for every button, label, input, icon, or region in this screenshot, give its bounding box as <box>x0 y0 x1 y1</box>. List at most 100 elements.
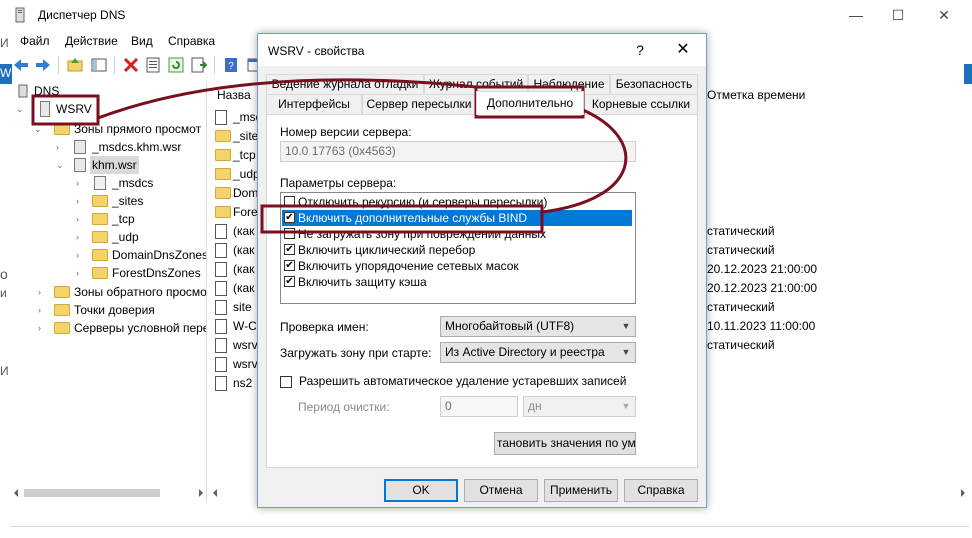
expand-icon[interactable]: › <box>38 283 48 301</box>
record-icon <box>215 338 227 353</box>
chevron-down-icon: ▼ <box>621 347 631 357</box>
name-checking-label: Проверка имен: <box>280 320 369 334</box>
record-icon <box>215 224 227 239</box>
toolbar-separator <box>58 56 59 74</box>
record-icon <box>215 319 227 334</box>
folder-icon <box>215 206 231 218</box>
folder-icon <box>54 304 70 316</box>
column-header-name[interactable]: Назва <box>217 88 251 102</box>
advanced-tab-panel: Номер версии сервера: 10.0 17763 (0x4563… <box>266 114 698 468</box>
show-tree-icon[interactable] <box>90 56 108 74</box>
expand-icon[interactable]: › <box>76 192 86 210</box>
checkbox[interactable] <box>284 196 295 207</box>
checkbox-checked[interactable]: ✔ <box>284 212 295 223</box>
chevron-down-icon: ▼ <box>621 321 631 331</box>
collapse-icon[interactable]: ⌄ <box>56 156 66 174</box>
option-secure-cache[interactable]: ✔ Включить защиту кэша <box>282 274 632 290</box>
tree-horizontal-scrollbar[interactable] <box>10 486 207 500</box>
expand-icon[interactable]: › <box>76 210 86 228</box>
folder-icon <box>92 213 108 225</box>
server-options-list[interactable]: Отключить рекурсию (и серверы пересылки)… <box>280 192 636 304</box>
help-button[interactable]: Справка <box>624 479 698 502</box>
tab-forwarders[interactable]: Сервер пересылки <box>362 94 476 114</box>
checkbox-checked[interactable]: ✔ <box>284 260 295 271</box>
checkbox-checked[interactable]: ✔ <box>284 276 295 287</box>
expand-icon[interactable]: › <box>56 138 66 156</box>
cancel-button[interactable]: Отмена <box>464 479 538 502</box>
up-folder-icon[interactable] <box>66 56 84 74</box>
window-title: Диспетчер DNS <box>38 8 126 22</box>
menu-file[interactable]: Файл <box>20 34 50 48</box>
option-fail-on-load[interactable]: Не загружать зону при повреждении данных <box>282 226 632 242</box>
collapse-icon[interactable]: ⌄ <box>16 100 26 118</box>
folder-icon <box>92 267 108 279</box>
delete-icon[interactable] <box>122 56 140 74</box>
folder-icon <box>54 286 70 298</box>
help-question-button[interactable]: ? <box>630 40 650 60</box>
refresh-icon[interactable] <box>167 56 185 74</box>
server-properties-dialog: WSRV - свойства ? ✕ Ведение журнала отла… <box>257 33 707 508</box>
expand-icon[interactable]: › <box>76 246 86 264</box>
close-button[interactable]: ✕ <box>932 4 956 26</box>
option-round-robin[interactable]: ✔ Включить циклический перебор <box>282 242 632 258</box>
menu-help[interactable]: Справка <box>168 34 215 48</box>
menu-view[interactable]: Вид <box>131 34 153 48</box>
expand-icon[interactable]: › <box>76 264 86 282</box>
record-icon <box>215 300 227 315</box>
expand-icon[interactable]: › <box>76 174 86 192</box>
column-header-timestamp[interactable]: Отметка времени <box>707 88 805 102</box>
scavenging-period-field[interactable]: 0 <box>440 396 518 417</box>
checkbox[interactable] <box>280 376 292 388</box>
record-icon <box>215 376 227 391</box>
timestamp-cell: статический <box>707 300 775 314</box>
option-disable-recursion[interactable]: Отключить рекурсию (и серверы пересылки) <box>282 194 632 210</box>
folder-icon <box>215 168 231 180</box>
dialog-title-bar: WSRV - свойства ? ✕ <box>258 34 706 66</box>
option-netmask-ordering[interactable]: ✔ Включить упорядочение сетевых масок <box>282 258 632 274</box>
tab-advanced[interactable]: Дополнительно <box>476 91 584 115</box>
svg-text:?: ? <box>228 61 234 72</box>
folder-icon <box>215 187 231 199</box>
checkbox-checked[interactable]: ✔ <box>284 244 295 255</box>
edge-fragment: И <box>0 36 9 50</box>
title-bar: Диспетчер DNS — ☐ ✕ <box>0 0 972 30</box>
checkbox[interactable] <box>284 228 295 239</box>
edge-fragment: о <box>0 266 8 282</box>
scavenging-period-label: Период очистки: <box>298 400 390 414</box>
back-arrow-icon[interactable] <box>12 56 30 74</box>
menu-action[interactable]: Действие <box>65 34 118 48</box>
edge-fragment: И <box>0 364 9 378</box>
record-icon <box>215 262 227 277</box>
expand-icon[interactable]: › <box>38 301 48 319</box>
reset-defaults-button[interactable]: тановить значения по умолч <box>494 432 636 455</box>
folder-icon <box>54 123 70 135</box>
forward-arrow-icon[interactable] <box>34 56 52 74</box>
scavenging-unit-select[interactable]: дн ▼ <box>523 396 636 417</box>
load-zone-select[interactable]: Из Active Directory и реестра ▼ <box>440 342 636 363</box>
timestamp-cell: 20.12.2023 21:00:00 <box>707 281 818 295</box>
dns-manager-icon <box>15 7 25 23</box>
properties-icon[interactable] <box>144 56 162 74</box>
export-list-icon[interactable] <box>190 56 208 74</box>
tab-debug-logging[interactable]: Ведение журнала отладки <box>266 74 424 94</box>
maximize-button[interactable]: ☐ <box>886 4 910 26</box>
expand-icon[interactable]: › <box>76 228 86 246</box>
ok-button[interactable]: OK <box>384 479 458 502</box>
dialog-close-button[interactable]: ✕ <box>672 40 694 60</box>
option-enable-bind-secondaries[interactable]: ✔ Включить дополнительные службы BIND <box>282 210 632 226</box>
record-icon <box>215 243 227 258</box>
tab-root-hints[interactable]: Корневые ссылки <box>584 94 698 114</box>
expand-icon[interactable]: › <box>38 319 48 337</box>
name-checking-select[interactable]: Многобайтовый (UTF8) ▼ <box>440 316 636 337</box>
apply-button[interactable]: Применить <box>544 479 618 502</box>
scavenging-option[interactable]: Разрешить автоматическое удаление устаре… <box>280 374 660 390</box>
minimize-button[interactable]: — <box>844 4 868 26</box>
tab-interfaces[interactable]: Интерфейсы <box>266 94 362 114</box>
console-tree: DNS ⌄ WSRV ⌄ Зоны прямого просмот › _msd… <box>10 82 207 502</box>
help-book-icon[interactable]: ? <box>222 56 240 74</box>
collapse-icon[interactable]: ⌄ <box>34 120 44 138</box>
timestamp-cell: 20.12.2023 21:00:00 <box>707 262 818 276</box>
record-icon <box>215 110 227 125</box>
record-icon <box>215 357 227 372</box>
tab-security[interactable]: Безопасность <box>610 74 698 94</box>
